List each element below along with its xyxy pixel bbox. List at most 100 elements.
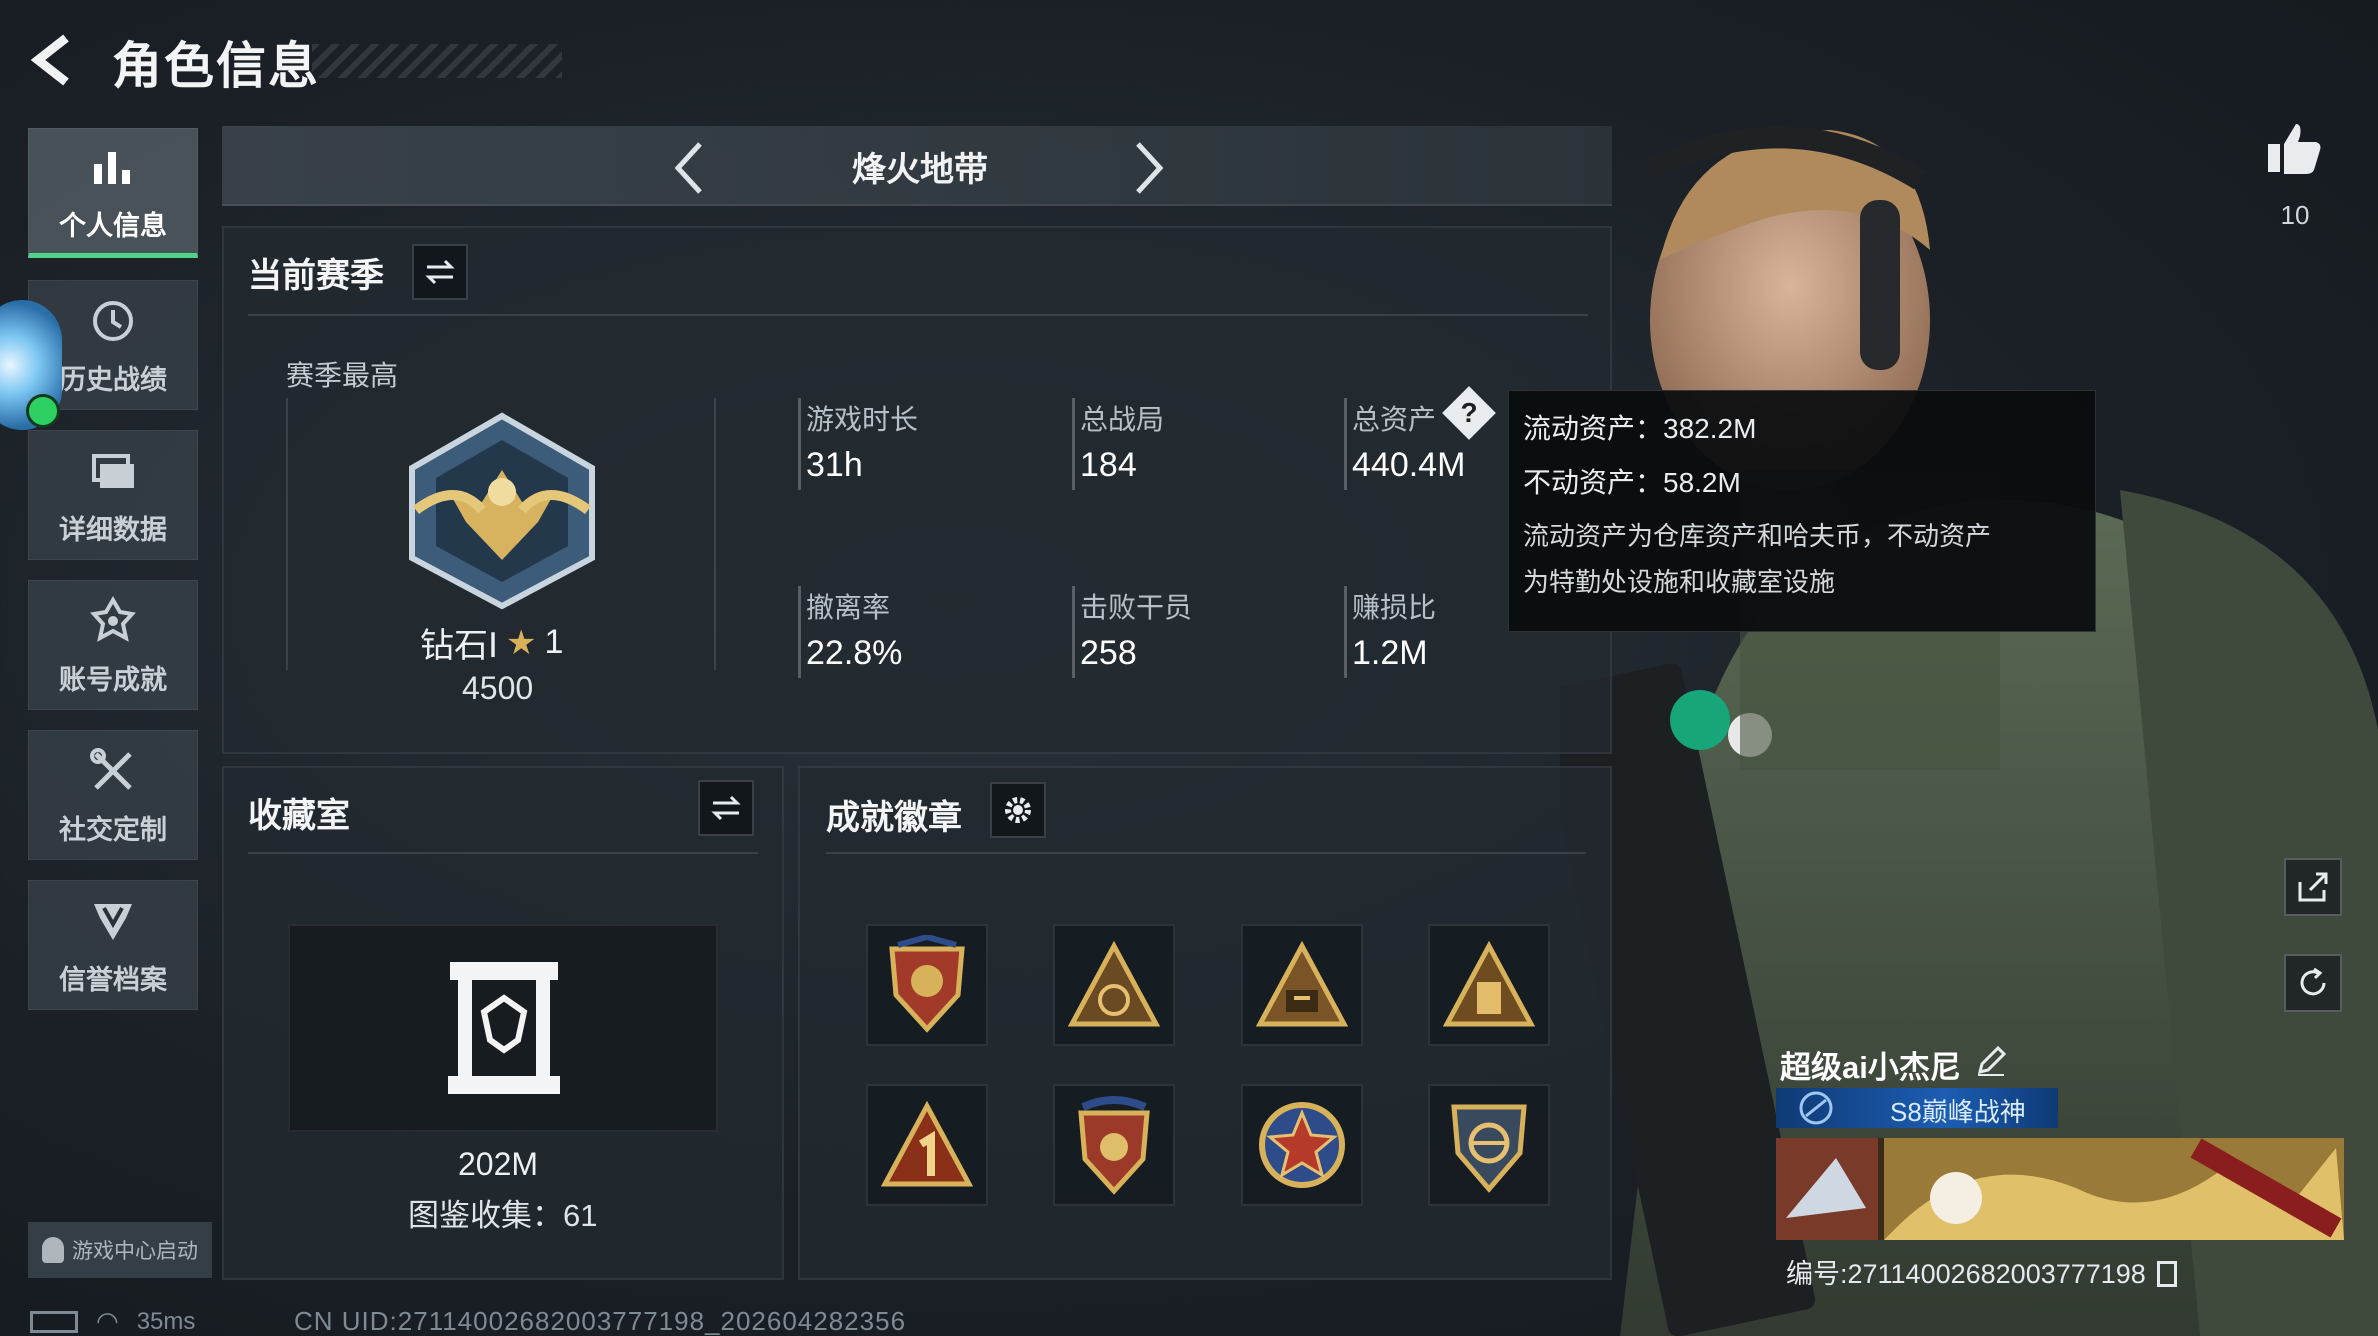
globe-shield-badge-icon: [1451, 1104, 1527, 1193]
player-id-text: 编号:2711400268200377719​8: [1786, 1259, 2146, 1289]
badge-slot[interactable]: [866, 924, 988, 1046]
stat-label-total-assets: 总资产: [1352, 404, 1437, 435]
stat-value-total-matches: 184: [1080, 446, 1137, 484]
previous-mode-chevron-icon[interactable]: [664, 138, 714, 198]
rank-stars: 1: [544, 623, 564, 661]
player-nickname: 超级ai小杰尼: [1780, 1042, 1961, 1087]
tools-cross-icon: [90, 747, 132, 790]
badge-slot[interactable]: [1241, 924, 1363, 1046]
achievement-star-icon: [90, 595, 136, 642]
collection-divider: [248, 852, 758, 854]
triangle-s6-badge-icon: [1255, 940, 1349, 1027]
tooltip-note-line-1: 流动资产为仓库资产和哈夫币，不动资产: [1523, 521, 1992, 551]
badge-slot[interactable]: [1053, 1084, 1175, 1206]
stat-value-profit-loss: 1.2M: [1352, 634, 1428, 672]
sidebar-item-label: 个人信息: [59, 210, 167, 241]
stat-value-operators-defeated: 258: [1080, 634, 1137, 672]
stat-divider: [1344, 398, 1347, 490]
title-decoration: [312, 44, 562, 78]
game-center-launch-button[interactable]: 游戏中心启动: [28, 1222, 212, 1278]
wifi-icon: ◠: [96, 1306, 119, 1336]
stat-label-total-matches: 总战局: [1080, 404, 1165, 435]
stat-divider: [798, 398, 801, 490]
badges-settings-button[interactable]: [990, 782, 1046, 838]
sidebar-item-detailed-data[interactable]: 详细数据: [28, 430, 198, 560]
status-bar: ◠ 35ms: [30, 1306, 195, 1336]
season-best-label: 赛季最高: [286, 360, 399, 391]
collection-panel-title: 收藏室: [248, 797, 350, 835]
assets-tooltip: 流动资产：382.2M 不动资产：58.2M 流动资产为仓库资产和哈夫币，不动资…: [1508, 390, 2096, 632]
stat-divider: [798, 586, 801, 678]
stat-value-playtime: 31h: [806, 446, 863, 484]
stat-label-extraction-rate: 撤离率: [806, 592, 891, 623]
title-emblem-icon: [1799, 1091, 1833, 1125]
star-medal-badge-icon: [1259, 1102, 1345, 1188]
stat-divider: [1344, 586, 1347, 678]
sidebar-item-personal-info[interactable]: 个人信息: [28, 128, 198, 258]
sidebar-item-label: 信誉档案: [59, 964, 167, 995]
collection-value: 202M: [458, 1146, 539, 1182]
badges-divider: [826, 852, 1586, 854]
sidebar-item-social-custom[interactable]: 社交定制: [28, 730, 198, 860]
triangle-emblem-badge-icon: [1442, 940, 1536, 1027]
launch-label: 游戏中心启动: [72, 1240, 198, 1263]
rank-name: 钻石Ⅰ: [420, 627, 499, 665]
badge-slot[interactable]: [1241, 1084, 1363, 1206]
bar-chart-icon: [94, 151, 130, 184]
tooltip-note-line-2: 为特勤处设施和收藏室设施: [1523, 567, 1836, 597]
swap-arrows-icon: [711, 795, 741, 821]
uid-text: CN UID:2711400268200377719​8_20260428235…: [294, 1306, 907, 1336]
rank-star-icon: ★: [506, 623, 537, 662]
diamond-rank-emblem-icon: [409, 412, 595, 610]
stat-divider: [1072, 398, 1075, 490]
player-title-tag[interactable]: S8巅峰战神: [1776, 1088, 2058, 1128]
crest-stars-badge-icon: [1078, 1096, 1150, 1195]
page-title: 角色信息: [112, 38, 320, 94]
battery-icon: [30, 1310, 78, 1333]
rotate-button[interactable]: [2284, 954, 2342, 1012]
sidebar-item-achievements[interactable]: 账号成就: [28, 580, 198, 710]
question-mark-icon: ?: [1460, 397, 1478, 428]
gear-icon: [1005, 797, 1031, 823]
collection-room-icon: [448, 962, 560, 1094]
tooltip-fixed-assets: 不动资产：58.2M: [1523, 467, 1741, 498]
badge-slot[interactable]: [1053, 924, 1175, 1046]
player-id: 编号:2711400268200377719​8: [1786, 1252, 2178, 1291]
name-card-banner-image[interactable]: [1776, 1138, 2344, 1240]
badges-panel-title: 成就徽章: [826, 799, 962, 837]
collection-count: 图鉴收集：61: [408, 1198, 598, 1233]
share-button[interactable]: [2284, 858, 2342, 916]
history-clock-icon: [93, 300, 133, 341]
wifi-status-icon: [26, 394, 60, 428]
sidebar-item-label: 账号成就: [59, 664, 167, 695]
refresh-icon: [2300, 967, 2326, 996]
next-mode-chevron-icon[interactable]: [1124, 138, 1174, 198]
tooltip-liquid-assets: 流动资产：382.2M: [1523, 413, 1757, 444]
ping-text: 35ms: [136, 1307, 196, 1335]
season-panel-title: 当前赛季: [248, 257, 384, 295]
sidebar-item-label: 历史战绩: [59, 364, 167, 395]
badge-slot[interactable]: [866, 1084, 988, 1206]
stat-value-extraction-rate: 22.8%: [806, 634, 903, 672]
share-icon: [2298, 872, 2328, 902]
edit-pencil-icon[interactable]: [1974, 1044, 2008, 1078]
triangle-number-one-badge-icon: [880, 1100, 974, 1187]
eagle-shield-badge-icon: [889, 935, 965, 1033]
credit-shield-icon: [94, 903, 132, 940]
sidebar-item-label: 社交定制: [59, 814, 167, 845]
back-arrow-icon[interactable]: [26, 30, 86, 90]
season-switch-button[interactable]: [412, 244, 468, 300]
collection-switch-button[interactable]: [698, 780, 754, 836]
badge-slot[interactable]: [1428, 1084, 1550, 1206]
sidebar-item-credit-record[interactable]: 信誉档案: [28, 880, 198, 1010]
title-tag-text: S8巅峰战神: [1890, 1097, 2026, 1127]
data-stack-icon: [92, 453, 134, 488]
stat-label-playtime: 游戏时长: [806, 404, 919, 435]
stat-label-operators-defeated: 击败干员: [1080, 592, 1193, 623]
copy-icon[interactable]: [2157, 1261, 2178, 1287]
badge-slot[interactable]: [1428, 924, 1550, 1046]
person-icon: [42, 1237, 64, 1263]
thumbs-up-icon[interactable]: [2264, 118, 2324, 178]
swap-arrows-icon: [425, 259, 455, 285]
triangle-wreath-badge-icon: [1067, 940, 1161, 1027]
